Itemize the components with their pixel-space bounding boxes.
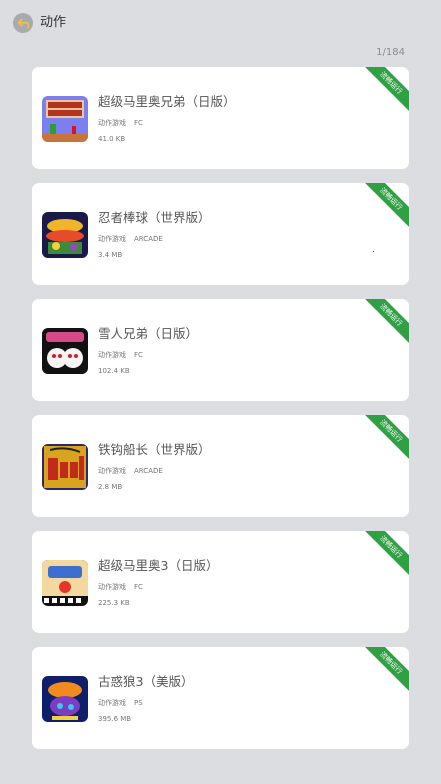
game-meta: 动作游戏 FC (98, 118, 143, 128)
game-name: 雪人兄弟（日版） (98, 326, 199, 341)
game-size: 41.0 KB (98, 135, 126, 143)
game-name: 铁钩船长（世界版） (98, 442, 211, 457)
game-name: 古惑狼3（美版） (98, 674, 194, 689)
stray-dot (373, 251, 374, 252)
game-meta: 动作游戏 FC (98, 350, 143, 360)
super-mario-3-cover-icon (42, 560, 88, 606)
game-genre: 动作游戏 (98, 699, 126, 707)
super-mario-bros-cover-icon (42, 96, 88, 142)
snow-bros-cover-icon (42, 328, 88, 374)
game-name: 忍者棒球（世界版） (98, 210, 211, 225)
top-bar: 动作 (0, 0, 441, 44)
game-card[interactable]: 忍者棒球（世界版） 动作游戏 ARCADE 3.4 MB 流畅运行 (32, 183, 409, 285)
status-badge: 流畅运行 (357, 67, 409, 117)
game-name: 超级马里奥兄弟（日版） (98, 94, 236, 109)
game-platform: ARCADE (134, 467, 163, 475)
game-genre: 动作游戏 (98, 119, 126, 127)
game-platform: PS (134, 699, 143, 707)
crash-bandicoot-3-cover-icon (42, 676, 88, 722)
status-badge: 流畅运行 (357, 415, 409, 465)
game-size: 395.6 MB (98, 715, 132, 723)
game-size: 102.4 KB (98, 367, 130, 375)
game-platform: FC (134, 583, 143, 591)
back-button[interactable] (13, 13, 33, 33)
game-list: 超级马里奥兄弟（日版） 动作游戏 FC 41.0 KB 流畅运行 忍者棒球（世界版… (32, 67, 409, 763)
game-meta: 动作游戏 FC (98, 582, 143, 592)
game-size: 3.4 MB (98, 251, 123, 259)
game-card[interactable]: 雪人兄弟（日版） 动作游戏 FC 102.4 KB 流畅运行 (32, 299, 409, 401)
game-name: 超级马里奥3（日版） (98, 558, 219, 573)
status-badge: 流畅运行 (357, 183, 409, 233)
game-card[interactable]: 铁钩船长（世界版） 动作游戏 ARCADE 2.8 MB 流畅运行 (32, 415, 409, 517)
game-genre: 动作游戏 (98, 467, 126, 475)
game-meta: 动作游戏 ARCADE (98, 466, 163, 476)
game-card[interactable]: 超级马里奥3（日版） 动作游戏 FC 225.3 KB 流畅运行 (32, 531, 409, 633)
game-platform: FC (134, 351, 143, 359)
game-genre: 动作游戏 (98, 235, 126, 243)
game-size: 2.8 MB (98, 483, 123, 491)
game-platform: FC (134, 119, 143, 127)
status-badge: 流畅运行 (357, 647, 409, 697)
ninja-baseball-cover-icon (42, 212, 88, 258)
game-meta: 动作游戏 ARCADE (98, 234, 163, 244)
game-card[interactable]: 古惑狼3（美版） 动作游戏 PS 395.6 MB 流畅运行 (32, 647, 409, 749)
status-badge: 流畅运行 (357, 299, 409, 349)
game-meta: 动作游戏 PS (98, 698, 143, 708)
game-card[interactable]: 超级马里奥兄弟（日版） 动作游戏 FC 41.0 KB 流畅运行 (32, 67, 409, 169)
game-size: 225.3 KB (98, 599, 130, 607)
back-arrow-icon (17, 18, 29, 28)
status-badge: 流畅运行 (357, 531, 409, 581)
game-platform: ARCADE (134, 235, 163, 243)
game-genre: 动作游戏 (98, 351, 126, 359)
page-title: 动作 (40, 15, 67, 30)
page-counter: 1/184 (376, 47, 405, 58)
hook-cover-icon (42, 444, 88, 490)
game-genre: 动作游戏 (98, 583, 126, 591)
